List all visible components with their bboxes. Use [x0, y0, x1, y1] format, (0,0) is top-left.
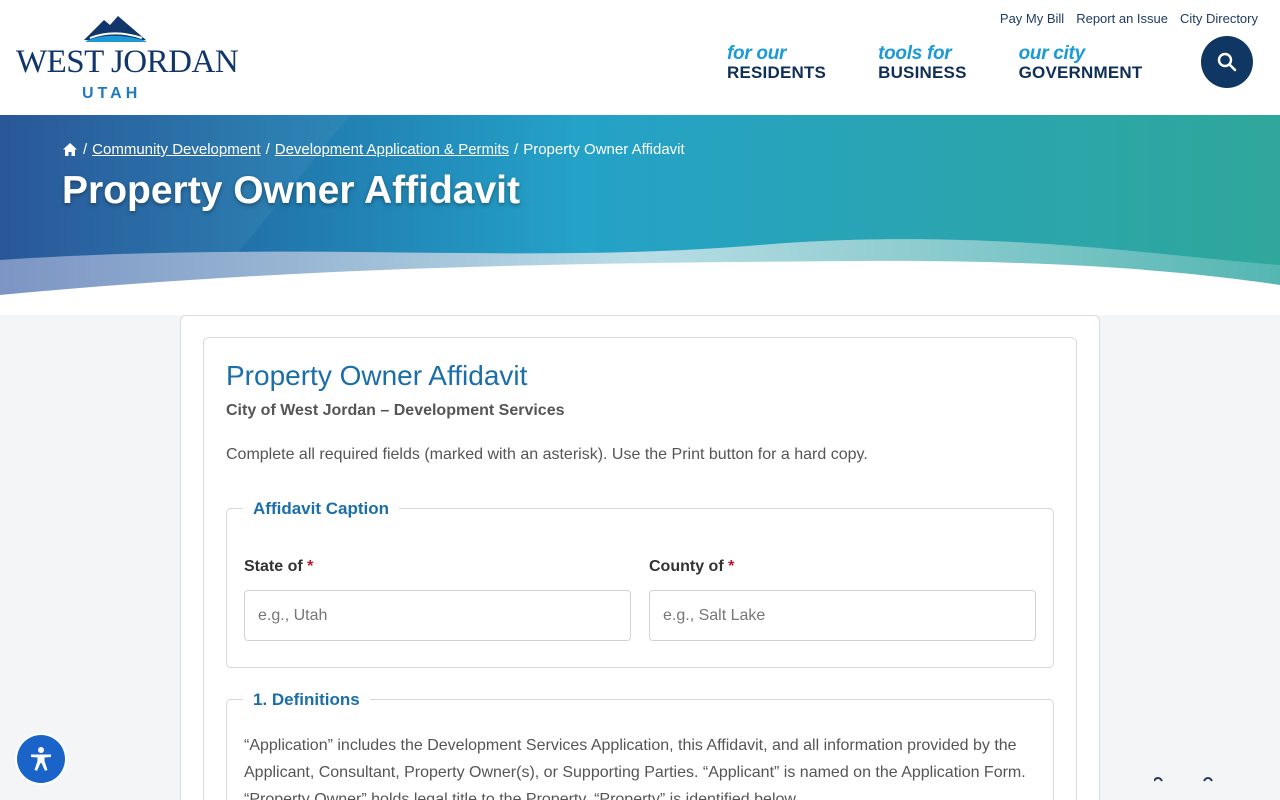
breadcrumb: / Community Development / Development Ap…	[62, 141, 685, 158]
definitions-legend: 1. Definitions	[243, 690, 370, 710]
affidavit-caption-legend: Affidavit Caption	[243, 499, 399, 519]
affidavit-caption-section	[226, 508, 1054, 668]
state-label-text: State of	[244, 558, 303, 575]
mountain-logo-icon	[84, 16, 146, 42]
nav-business[interactable]: tools for BUSINESS	[878, 44, 967, 82]
county-label: County of *	[649, 558, 734, 576]
pay-my-bill-link[interactable]: Pay My Bill	[1000, 11, 1064, 26]
page-title: Property Owner Affidavit	[62, 169, 520, 212]
nav-government-bottom: GOVERNMENT	[1018, 63, 1143, 82]
nav-residents[interactable]: for our RESIDENTS	[727, 44, 826, 82]
site-logo[interactable]: WEST JORDAN UTAH	[16, 14, 239, 104]
page-banner: / Community Development / Development Ap…	[0, 115, 1280, 315]
state-input[interactable]	[244, 590, 631, 641]
county-label-text: County of	[649, 558, 724, 575]
decorative-dots	[1154, 777, 1213, 782]
state-label: State of *	[244, 558, 313, 576]
accessibility-icon	[31, 747, 51, 771]
logo-subtitle: UTAH	[82, 85, 142, 102]
form-title: Property Owner Affidavit	[226, 360, 528, 391]
definitions-text: “Application” includes the Development S…	[244, 737, 1026, 800]
breadcrumb-separator: /	[83, 141, 88, 158]
breadcrumb-current: Property Owner Affidavit	[523, 141, 685, 158]
breadcrumb-separator: /	[514, 141, 519, 158]
utility-nav: Pay My Bill Report an Issue City Directo…	[1000, 11, 1258, 26]
accessibility-button[interactable]	[17, 735, 65, 783]
logo-wordmark: WEST JORDAN	[16, 44, 239, 80]
home-icon[interactable]	[62, 142, 78, 157]
site-header: WEST JORDAN UTAH Pay My Bill Report an I…	[0, 0, 1280, 115]
search-button[interactable]	[1201, 36, 1253, 88]
search-icon	[1217, 52, 1237, 72]
nav-business-bottom: BUSINESS	[878, 63, 967, 82]
nav-government[interactable]: our city GOVERNMENT	[1019, 44, 1143, 82]
report-issue-link[interactable]: Report an Issue	[1076, 11, 1168, 26]
required-marker: *	[728, 558, 735, 575]
breadcrumb-development-applications[interactable]: Development Application & Permits	[275, 141, 509, 158]
city-directory-link[interactable]: City Directory	[1180, 11, 1258, 26]
required-marker: *	[307, 558, 314, 575]
nav-residents-top: for our	[727, 43, 787, 64]
main-nav: for our RESIDENTS tools for BUSINESS our…	[727, 44, 1194, 82]
nav-government-top: our city	[1018, 43, 1086, 64]
county-input[interactable]	[649, 590, 1036, 641]
breadcrumb-community-development[interactable]: Community Development	[92, 141, 260, 158]
form-subtitle: City of West Jordan – Development Servic…	[226, 402, 565, 419]
nav-business-top: tools for	[878, 43, 952, 64]
form-instructions: Complete all required fields (marked wit…	[226, 446, 868, 463]
nav-residents-bottom: RESIDENTS	[727, 63, 827, 82]
breadcrumb-separator: /	[265, 141, 270, 158]
